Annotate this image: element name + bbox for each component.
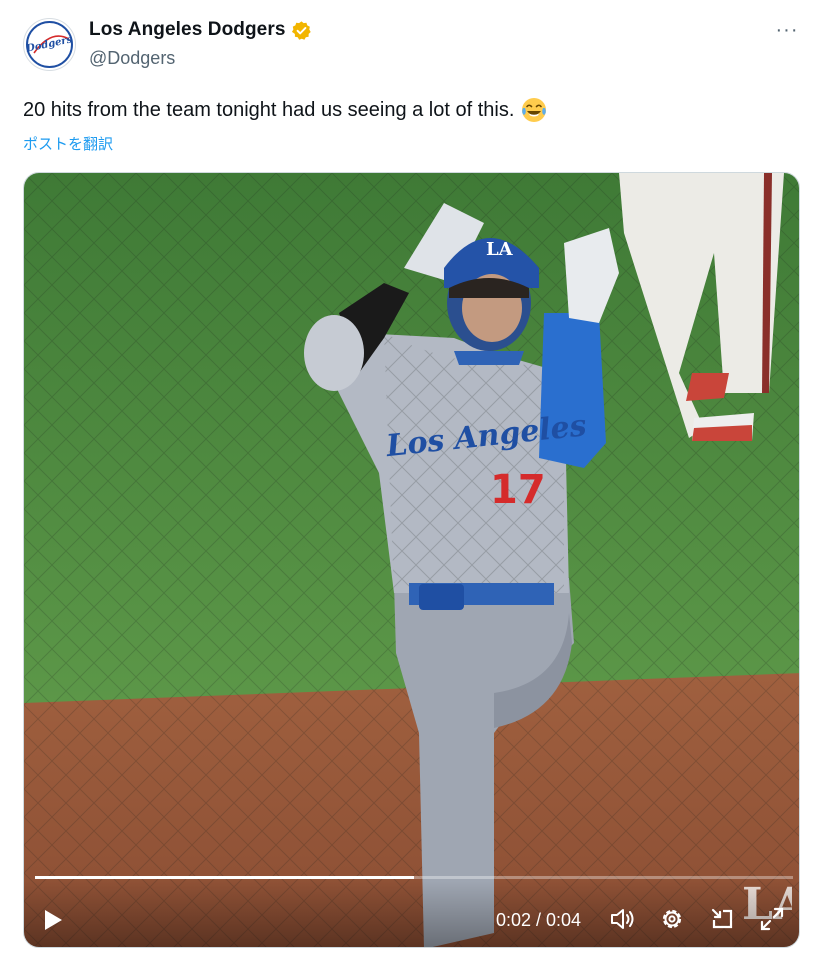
tears-of-joy-emoji-icon [522, 98, 547, 122]
volume-muted-icon[interactable] [608, 905, 636, 933]
settings-gear-icon[interactable] [658, 905, 686, 933]
dodgers-logo: Dodgers [26, 21, 73, 68]
progress-bar[interactable] [35, 876, 793, 879]
jersey-number-text: 17 [490, 467, 546, 513]
verified-badge-icon [291, 20, 311, 40]
video-frame: LA Los Angeles 17 [24, 173, 799, 947]
translate-post-link[interactable]: ポストを翻訳 [23, 133, 113, 154]
time-display: 0:02 / 0:04 [496, 910, 582, 930]
author-row: Los Angeles Dodgers [89, 19, 312, 41]
tweet-text-content: 20 hits from the team tonight had us see… [23, 98, 515, 121]
svg-text:LA: LA [486, 239, 514, 260]
progress-fill [35, 876, 414, 879]
play-icon[interactable] [40, 907, 66, 933]
fullscreen-icon[interactable] [758, 905, 786, 933]
video-player[interactable]: LA Los Angeles 17 LA 0:02 / 0:04 [23, 172, 800, 948]
more-options-icon[interactable]: ··· [772, 17, 802, 43]
handle[interactable]: @Dodgers [89, 48, 175, 69]
display-name[interactable]: Los Angeles Dodgers [89, 19, 286, 41]
avatar[interactable]: Dodgers [23, 18, 76, 71]
video-controls: 0:02 / 0:04 [24, 881, 799, 947]
tweet-text: 20 hits from the team tonight had us see… [23, 96, 548, 124]
tweet-card: Dodgers Los Angeles Dodgers @Dodgers ···… [0, 0, 819, 967]
picture-in-picture-icon[interactable] [708, 905, 736, 933]
